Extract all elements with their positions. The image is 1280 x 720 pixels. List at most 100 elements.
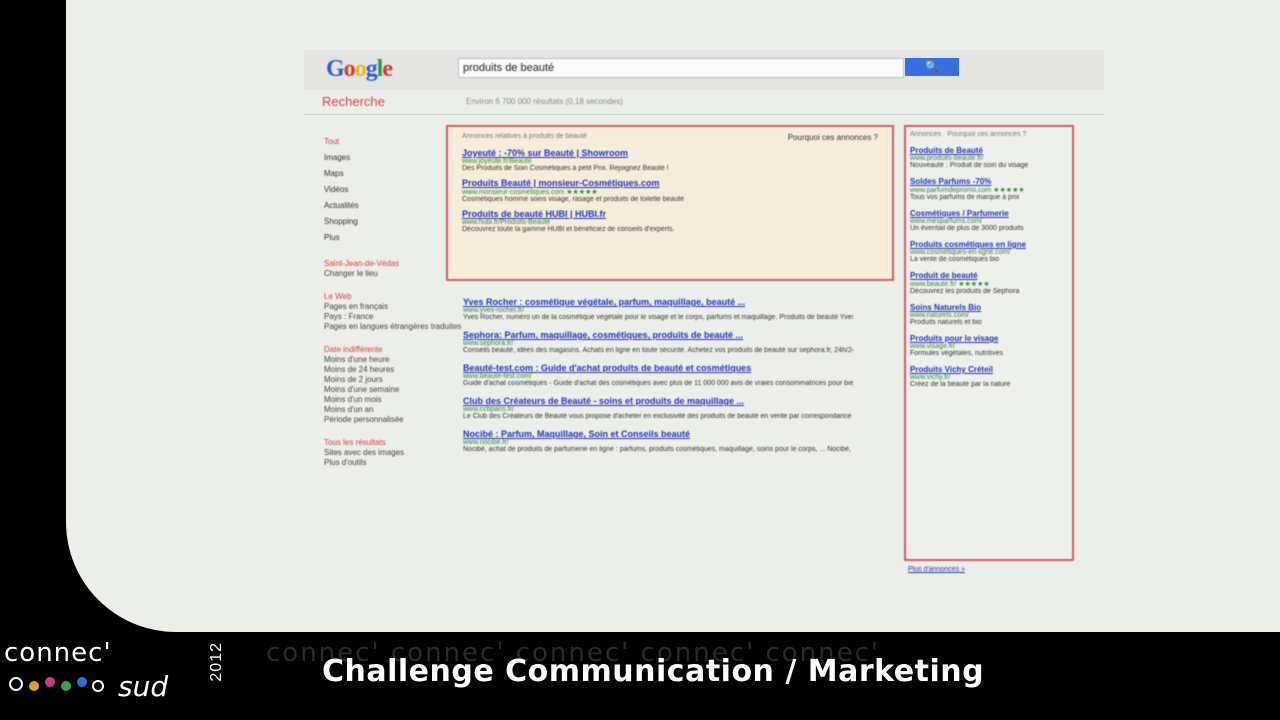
- organic-result-snippet: Conseils beauté, idées des magasins. Ach…: [463, 347, 853, 354]
- side-ad-url: www.produits-beaute.fr/: [910, 155, 984, 162]
- organic-results: Yves Rocher : cosmétique végétale, parfu…: [463, 288, 853, 453]
- date-filter-link[interactable]: Moins d'un an: [324, 405, 434, 415]
- side-ad-title[interactable]: Soins Naturels Bio: [910, 303, 1068, 312]
- ad-result-url: www.hubi.fr/Produits-Beauté: [462, 219, 551, 226]
- ad-result-title[interactable]: Produits Beauté | monsieur-Cosmétiques.c…: [462, 178, 878, 188]
- top-ads-label: Annonces relatives à produits de beauté: [462, 133, 587, 140]
- date-filter-link[interactable]: Moins d'une semaine: [324, 385, 434, 395]
- side-ad: Produits de Beauté www.produits-beaute.f…: [910, 146, 1068, 169]
- organic-result-snippet: Nocibé, achat de produits de parfumerie …: [463, 446, 853, 453]
- organic-result: Sephora: Parfum, maquillage, cosmétiques…: [463, 330, 853, 354]
- side-ad-url: www.vichy.fr/: [910, 374, 951, 381]
- date-filter-link[interactable]: Moins d'une heure: [324, 355, 434, 365]
- nav-item-tout[interactable]: Tout: [324, 134, 434, 150]
- date-filter-link[interactable]: Moins de 24 heures: [324, 365, 434, 375]
- search-button[interactable]: 🔍: [905, 58, 959, 76]
- side-ad-snippet: Créez de la beauté par la nature: [910, 381, 1011, 388]
- brand-logo-line1: connec': [4, 638, 112, 668]
- why-these-ads-link[interactable]: Pourquoi ces annonces ?: [788, 133, 878, 142]
- side-ad-url: www.parfumdepromo.com ★★★★★: [910, 187, 1025, 194]
- nav-item-videos[interactable]: Vidéos: [324, 182, 434, 198]
- side-ad-title[interactable]: Cosmétiques / Parfumerie: [910, 209, 1068, 218]
- organic-result-title[interactable]: Beauté-test.com : Guide d'achat produits…: [463, 363, 853, 373]
- side-ad: Soldes Parfums -70% www.parfumdepromo.co…: [910, 177, 1068, 201]
- ad-result: Produits Beauté | monsieur-Cosmétiques.c…: [462, 178, 878, 203]
- date-filter-link[interactable]: Période personnalisée: [324, 415, 434, 425]
- organic-result: Nocibé : Parfum, Maquillage, Soin et Con…: [463, 429, 853, 453]
- side-ad: Produits cosmétiques en ligne www.cosmet…: [910, 240, 1068, 263]
- google-logo[interactable]: Google: [326, 56, 393, 83]
- filter-link[interactable]: Pays : France: [324, 312, 434, 322]
- organic-result-snippet: Guide d'achat cosmétiques - Guide d'acha…: [463, 380, 853, 387]
- top-ads-header: Annonces relatives à produits de beauté …: [462, 133, 878, 142]
- side-ad-snippet: La vente de cosmétiques bio: [910, 256, 1000, 263]
- nav-item-shopping[interactable]: Shopping: [324, 214, 434, 230]
- more-ads-link[interactable]: Plus d'annonces »: [908, 566, 965, 573]
- side-ad: Cosmétiques / Parfumerie www.mesparfums.…: [910, 209, 1068, 232]
- results-filter-link[interactable]: Sites avec des images: [324, 448, 434, 458]
- side-ad-snippet: Un éventail de plus de 3000 produits: [910, 225, 1024, 232]
- organic-result-url: www.sephora.fr/: [463, 340, 514, 347]
- ad-result-title[interactable]: Joyeuté : -70% sur Beauté | Showroom: [462, 148, 878, 158]
- side-ads-header: Annonces · Pourquoi ces annonces ?: [910, 131, 1027, 138]
- top-ads-highlight-box: Annonces relatives à produits de beauté …: [446, 125, 894, 281]
- filter-link[interactable]: Pages en français: [324, 302, 434, 312]
- results-section-title[interactable]: Tous les résultats: [324, 437, 434, 448]
- presentation-slide: Google produits de beauté 🔍 Recherche En…: [66, 0, 1280, 632]
- side-ad-snippet: Formules végétales, nutritives: [910, 350, 1003, 357]
- organic-result-url: www.yves-rocher.fr/: [463, 307, 525, 314]
- side-ad-title[interactable]: Produits pour le visage: [910, 334, 1068, 343]
- brand-year: 2012: [208, 642, 225, 682]
- web-section-title[interactable]: Le Web: [324, 291, 434, 302]
- nav-item-images[interactable]: Images: [324, 150, 434, 166]
- side-ad-snippet: Découvrez les produits de Sephora: [910, 288, 1020, 295]
- ad-result-snippet: Cosmétiques homme soins visage, rasage e…: [462, 196, 685, 203]
- organic-result-title[interactable]: Yves Rocher : cosmétique végétale, parfu…: [463, 297, 853, 307]
- side-ad-snippet: Produits naturels et bio: [910, 319, 982, 326]
- date-filter-link[interactable]: Moins de 2 jours: [324, 375, 434, 385]
- organic-result-snippet: Le Club des Créateurs de Beauté vous pro…: [463, 413, 853, 420]
- nav-item-maps[interactable]: Maps: [324, 166, 434, 182]
- organic-result: Club des Créateurs de Beauté - soins et …: [463, 396, 853, 420]
- search-header: Google produits de beauté 🔍: [304, 50, 1104, 90]
- search-input[interactable]: produits de beauté: [458, 58, 904, 78]
- organic-result-title[interactable]: Sephora: Parfum, maquillage, cosmétiques…: [463, 330, 853, 340]
- side-ad: Produits Vichy Créteil www.vichy.fr/ Cré…: [910, 365, 1068, 388]
- organic-result-url: www.beaute-test.com/: [463, 373, 532, 380]
- date-section-title[interactable]: Date indifférente: [324, 344, 434, 355]
- side-ad-url: www.beaute.fr/ ★★★★★: [910, 281, 990, 288]
- header-divider: [304, 114, 1104, 115]
- change-location-link[interactable]: Changer le lieu: [324, 269, 434, 279]
- nav-item-plus[interactable]: Plus: [324, 230, 434, 246]
- side-ad-title[interactable]: Soldes Parfums -70%: [910, 177, 1068, 186]
- ad-result-url: www.joyeute.fr/Beauté: [462, 158, 532, 165]
- date-filter-link[interactable]: Moins d'un mois: [324, 395, 434, 405]
- ad-result-snippet: Découvrez toute la gamme HUBI et bénéfic…: [462, 226, 675, 233]
- organic-result-url: www.ccbparis.fr/: [463, 406, 514, 413]
- side-ad-snippet: Nouveauté : Produit de soin du visage: [910, 162, 1029, 169]
- filter-link[interactable]: Pages en langues étrangères traduites: [324, 322, 461, 332]
- side-ad-title[interactable]: Produit de beauté: [910, 271, 1068, 280]
- organic-result-title[interactable]: Club des Créateurs de Beauté - soins et …: [463, 396, 853, 406]
- side-ad-title[interactable]: Produits de Beauté: [910, 146, 1068, 155]
- ad-result-snippet: Des Produits de Soin Cosmétiques à petit…: [462, 165, 669, 172]
- side-ad: Produit de beauté www.beaute.fr/ ★★★★★ D…: [910, 271, 1068, 295]
- side-ad-url: www.naturels.com/: [910, 312, 969, 319]
- result-stats: Environ 6 700 000 résultats (0,18 second…: [466, 97, 623, 106]
- organic-result-url: www.nocibe.fr/: [463, 439, 509, 446]
- recherche-label: Recherche: [322, 94, 385, 109]
- ad-result: Produits de beauté HUBI | HUBI.fr www.hu…: [462, 209, 878, 233]
- organic-result-snippet: Yves Rocher, numéro un de la cosmétique …: [463, 314, 853, 321]
- ad-result-title[interactable]: Produits de beauté HUBI | HUBI.fr: [462, 209, 878, 219]
- organic-result: Beauté-test.com : Guide d'achat produits…: [463, 363, 853, 387]
- side-ad: Soins Naturels Bio www.naturels.com/ Pro…: [910, 303, 1068, 326]
- brand-logo-line2: sud: [118, 670, 169, 703]
- location-section-title: Saint-Jean-de-Védas: [324, 259, 400, 268]
- side-ad: Produits pour le visage www.visage.fr/ F…: [910, 334, 1068, 357]
- nav-item-actualites[interactable]: Actualités: [324, 198, 434, 214]
- side-ad-url: www.cosmetiques-en-ligne.com/: [910, 249, 1011, 256]
- side-ad-title[interactable]: Produits Vichy Créteil: [910, 365, 1068, 374]
- side-ad-title[interactable]: Produits cosmétiques en ligne: [910, 240, 1068, 249]
- organic-result-title[interactable]: Nocibé : Parfum, Maquillage, Soin et Con…: [463, 429, 853, 439]
- more-tools-link[interactable]: Plus d'outils: [324, 458, 434, 468]
